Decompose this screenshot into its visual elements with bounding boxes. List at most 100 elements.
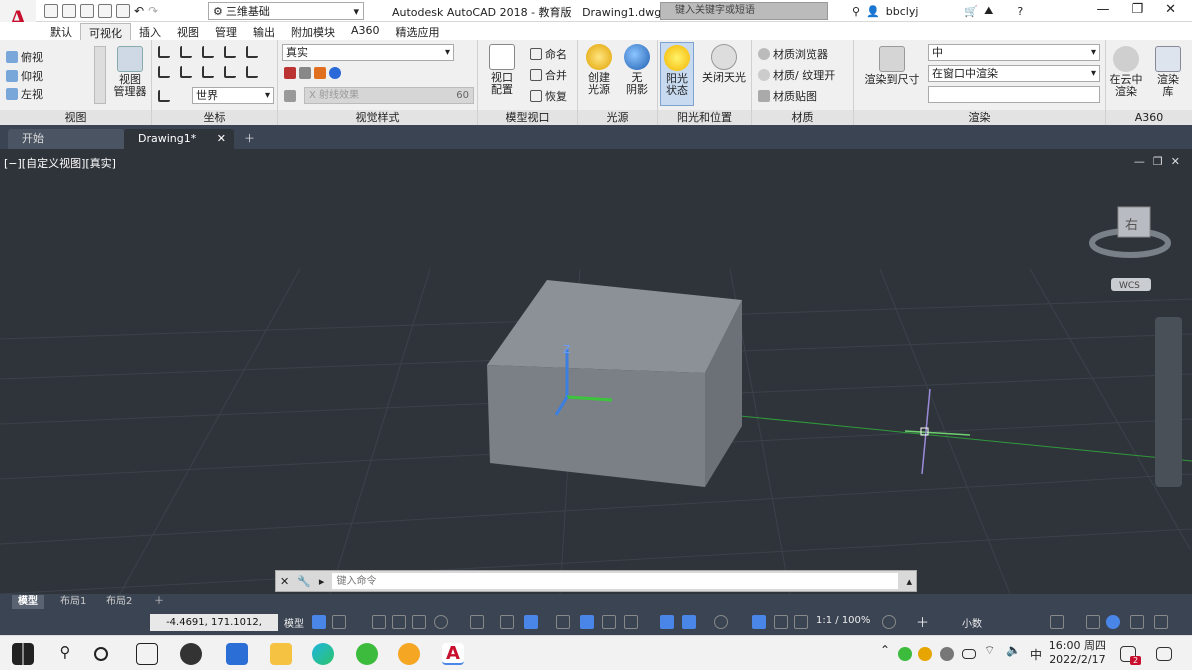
orange-app-icon[interactable]	[398, 643, 420, 665]
render-in-select[interactable]: 在窗口中渲染	[928, 65, 1100, 82]
wifi-icon[interactable]: ⌔	[984, 643, 1000, 665]
material-mapping[interactable]: 材质贴图	[758, 88, 817, 104]
hardware-acceleration-icon[interactable]	[1050, 615, 1064, 629]
tray-app3-icon[interactable]	[940, 647, 954, 661]
clean-screen-icon[interactable]	[1130, 615, 1144, 629]
ucs-icon[interactable]	[158, 46, 170, 58]
customize-icon[interactable]: 🔧	[297, 575, 311, 588]
ime-indicator[interactable]: 中	[1030, 646, 1042, 663]
windows-start-icon[interactable]	[12, 643, 34, 665]
sphere-icon[interactable]	[329, 67, 341, 79]
edge-browser-icon[interactable]	[312, 643, 334, 665]
view-top[interactable]: 俯视	[6, 49, 43, 65]
ucs-view-icon[interactable]	[224, 66, 236, 78]
username[interactable]: bbclyj	[886, 5, 919, 18]
layout-tab-model[interactable]: 模型	[12, 595, 44, 609]
doc-tab-drawing1[interactable]: Drawing1* ✕	[124, 129, 234, 149]
annotation-monitor-icon[interactable]: ＋	[916, 612, 929, 631]
layout-tab-2[interactable]: 布局2	[100, 595, 138, 609]
system-clock[interactable]: 16:00 周四 2022/2/17	[1049, 639, 1106, 667]
open-file-icon[interactable]	[62, 4, 76, 18]
material-textures[interactable]: 材质/ 纹理开	[758, 67, 835, 83]
undo-icon[interactable]: ↶	[134, 4, 144, 18]
auto-scale-icon[interactable]	[774, 615, 788, 629]
selection-cycling-icon[interactable]	[602, 615, 616, 629]
tray-overflow-icon[interactable]: ⌃	[880, 643, 894, 665]
ucs-origin-icon[interactable]	[202, 46, 214, 58]
navigation-bar[interactable]	[1155, 317, 1182, 487]
view-left[interactable]: 左视	[6, 86, 43, 102]
new-file-icon[interactable]	[44, 4, 58, 18]
create-light-button[interactable]: 创建 光源	[580, 44, 618, 96]
green-app-icon[interactable]	[356, 643, 378, 665]
isolate-objects-icon[interactable]	[1086, 615, 1100, 629]
render-quality-select[interactable]: 中	[928, 44, 1100, 61]
drawing-viewport[interactable]: Z 右 WCS [−][自定义视图][真实] — ❐ ✕ ✕ 🔧 ▸ ▴	[0, 149, 1192, 594]
box-top-face[interactable]	[487, 280, 742, 373]
render-output-field[interactable]	[928, 86, 1100, 103]
infer-icon[interactable]	[372, 615, 386, 629]
battery-icon[interactable]	[962, 649, 976, 659]
viewport-config-button[interactable]: 视口 配置	[482, 44, 522, 96]
pinwheel-app-icon[interactable]	[180, 643, 202, 665]
close-icon[interactable]: ✕	[1165, 2, 1176, 17]
tray-app2-icon[interactable]	[918, 647, 932, 661]
object-snap-tracking-icon[interactable]	[500, 615, 514, 629]
widgets-icon[interactable]	[136, 643, 158, 665]
viewport-close-icon[interactable]: ✕	[1171, 155, 1180, 168]
ucs-object-icon[interactable]	[246, 66, 258, 78]
3d-osnap-icon[interactable]	[624, 615, 638, 629]
selection-filter-icon[interactable]	[682, 615, 696, 629]
isodraft-icon[interactable]	[470, 615, 484, 629]
view-manager-button[interactable]: 视图 管理器	[110, 46, 150, 98]
dynamic-input-icon[interactable]	[392, 615, 406, 629]
dynamic-ucs-icon[interactable]	[660, 615, 674, 629]
visual-style-select[interactable]: 真实	[282, 44, 454, 61]
render-gallery-button[interactable]: 渲染 库	[1148, 46, 1188, 98]
face-color-icon[interactable]	[314, 67, 326, 79]
action-center-icon[interactable]	[1156, 647, 1172, 661]
render-to-size-button[interactable]: 渲染到尺寸	[860, 46, 924, 86]
task-view-icon[interactable]	[94, 647, 108, 661]
grid-icon[interactable]	[312, 615, 326, 629]
ucs-x-icon[interactable]	[158, 66, 170, 78]
hardware-accel-icon[interactable]	[1106, 615, 1120, 629]
save-icon[interactable]	[80, 4, 94, 18]
transparency-icon[interactable]	[580, 615, 594, 629]
ucs-y-icon[interactable]	[180, 66, 192, 78]
xray-slider[interactable]: X 射线效果 60	[304, 87, 474, 104]
ucs-zaxis-icon[interactable]	[224, 46, 236, 58]
snap-icon[interactable]	[332, 615, 346, 629]
workspace-select[interactable]: ⚙ 三维基础 ▾	[208, 2, 364, 20]
search-input[interactable]: 键入关键字或短语	[660, 2, 828, 20]
volume-icon[interactable]: 🔈	[1006, 643, 1022, 665]
polar-icon[interactable]	[434, 615, 448, 629]
save-as-icon[interactable]	[98, 4, 112, 18]
annotation-scale-icon[interactable]	[794, 615, 808, 629]
ucs-world-icon[interactable]	[180, 46, 192, 58]
autocad-taskbar-icon[interactable]: A	[442, 643, 464, 665]
material-browser[interactable]: 材质浏览器	[758, 46, 828, 62]
cloud-render-button[interactable]: 在云中 渲染	[1106, 46, 1146, 98]
ucs-z-icon[interactable]	[202, 66, 214, 78]
edge-effect-icon[interactable]	[284, 67, 296, 79]
annotation-visibility-icon[interactable]	[752, 615, 766, 629]
redo-icon[interactable]: ↷	[148, 4, 158, 18]
command-input[interactable]	[332, 573, 899, 589]
gizmo-icon[interactable]	[714, 615, 728, 629]
close-tab-icon[interactable]: ✕	[217, 129, 226, 149]
customization-icon[interactable]	[1154, 615, 1168, 629]
object-snap-icon[interactable]	[524, 615, 538, 629]
binoculars-icon[interactable]: ⚲	[852, 5, 860, 18]
viewport-join[interactable]: 合并	[530, 67, 567, 83]
lineweight-icon[interactable]	[556, 615, 570, 629]
help-icon[interactable]: ?	[1017, 5, 1023, 18]
coordinate-readout[interactable]: -4.4691, 171.1012, 0.0000	[150, 614, 278, 645]
units-select[interactable]: 小数	[962, 615, 982, 630]
view-bottom[interactable]: 仰视	[6, 68, 43, 84]
viewport-restore-icon[interactable]: ❐	[1153, 155, 1163, 168]
cart-icon[interactable]: 🛒	[964, 5, 978, 18]
command-history-icon[interactable]: ▴	[906, 575, 912, 588]
annotation-scale-value[interactable]: 1:1 / 100%	[816, 615, 870, 626]
layout-tab-1[interactable]: 布局1	[54, 595, 92, 609]
